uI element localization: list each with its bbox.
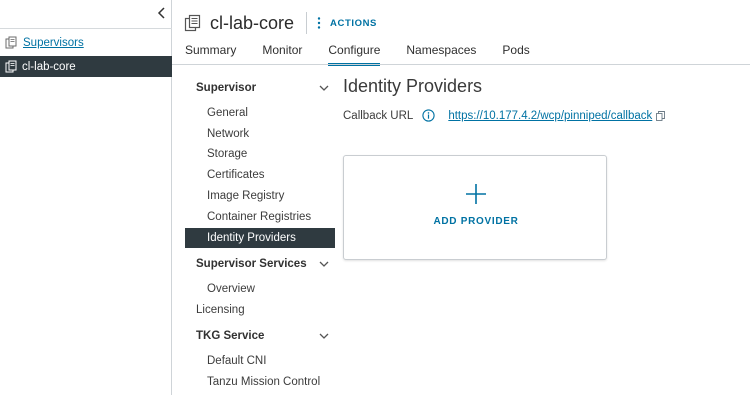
group-supervisor[interactable]: Supervisor [185,78,335,98]
group-supervisor-label: Supervisor [196,82,257,94]
tabs-underline [172,64,750,65]
add-provider-label[interactable]: ADD PROVIDER [344,216,608,227]
navigator-divider [0,28,172,29]
tab-monitor[interactable]: Monitor [262,38,302,65]
copy-icon[interactable] [656,110,666,121]
add-provider-card[interactable]: ADD PROVIDER [343,155,607,260]
subnav-item-tanzu-mission-control[interactable]: Tanzu Mission Control [185,372,335,392]
actions-label[interactable]: ACTIONS [330,18,377,29]
subnav-item-overview[interactable]: Overview [185,279,335,299]
nav-item-supervisors-label[interactable]: Supervisors [23,37,84,49]
callback-url-link[interactable]: https://10.177.4.2/wcp/pinniped/callback [448,110,652,122]
chevron-left-icon[interactable] [156,6,168,20]
group-tkg-service-label: TKG Service [196,330,265,342]
subnav-item-identity-providers[interactable]: Identity Providers [185,228,335,248]
header-divider [306,12,308,34]
group-supervisor-services[interactable]: Supervisor Services [185,254,335,274]
chevron-down-icon [319,333,329,339]
nav-item-cl-lab-core[interactable]: cl-lab-core [0,56,172,77]
subnav-item-container-registries[interactable]: Container Registries [185,207,335,227]
subnav-item-image-registry[interactable]: Image Registry [185,186,335,206]
subnav-item-licensing[interactable]: Licensing [185,300,335,320]
subnav-item-certificates[interactable]: Certificates [185,165,335,185]
object-tabs: Summary Monitor Configure Namespaces Pod… [185,38,556,66]
nav-item-supervisors[interactable]: Supervisors [0,32,172,53]
group-tkg-service[interactable]: TKG Service [185,326,335,346]
group-supervisor-services-label: Supervisor Services [196,258,307,270]
supervisor-cluster-icon [5,36,17,49]
supervisor-cluster-icon [5,60,17,73]
chevron-down-icon [319,261,329,267]
subnav-item-network[interactable]: Network [185,124,335,144]
tab-pods[interactable]: Pods [502,38,529,65]
tab-namespaces[interactable]: Namespaces [406,38,476,65]
supervisor-cluster-icon [184,14,201,32]
actions-button[interactable]: ACTIONS [317,17,377,29]
nav-item-cl-lab-core-label[interactable]: cl-lab-core [22,61,76,73]
chevron-down-icon [319,85,329,91]
info-circle-icon[interactable] [422,109,435,122]
tab-summary[interactable]: Summary [185,38,236,65]
kebab-vertical-icon [317,17,321,29]
subnav-item-general[interactable]: General [185,103,335,123]
tab-configure[interactable]: Configure [328,38,381,66]
subnav-item-default-cni[interactable]: Default CNI [185,351,335,371]
page-title: cl-lab-core [210,12,295,33]
subnav-item-storage[interactable]: Storage [185,144,335,164]
section-title: Identity Providers [343,76,483,96]
plus-icon [466,184,486,204]
callback-url-row: Callback URL https://10.177.4.2/wcp/pinn… [343,109,666,122]
callback-url-label: Callback URL [343,109,414,122]
inventory-navigator: Supervisors cl-lab-core [0,0,172,395]
object-header: cl-lab-core ACTIONS [184,10,377,36]
